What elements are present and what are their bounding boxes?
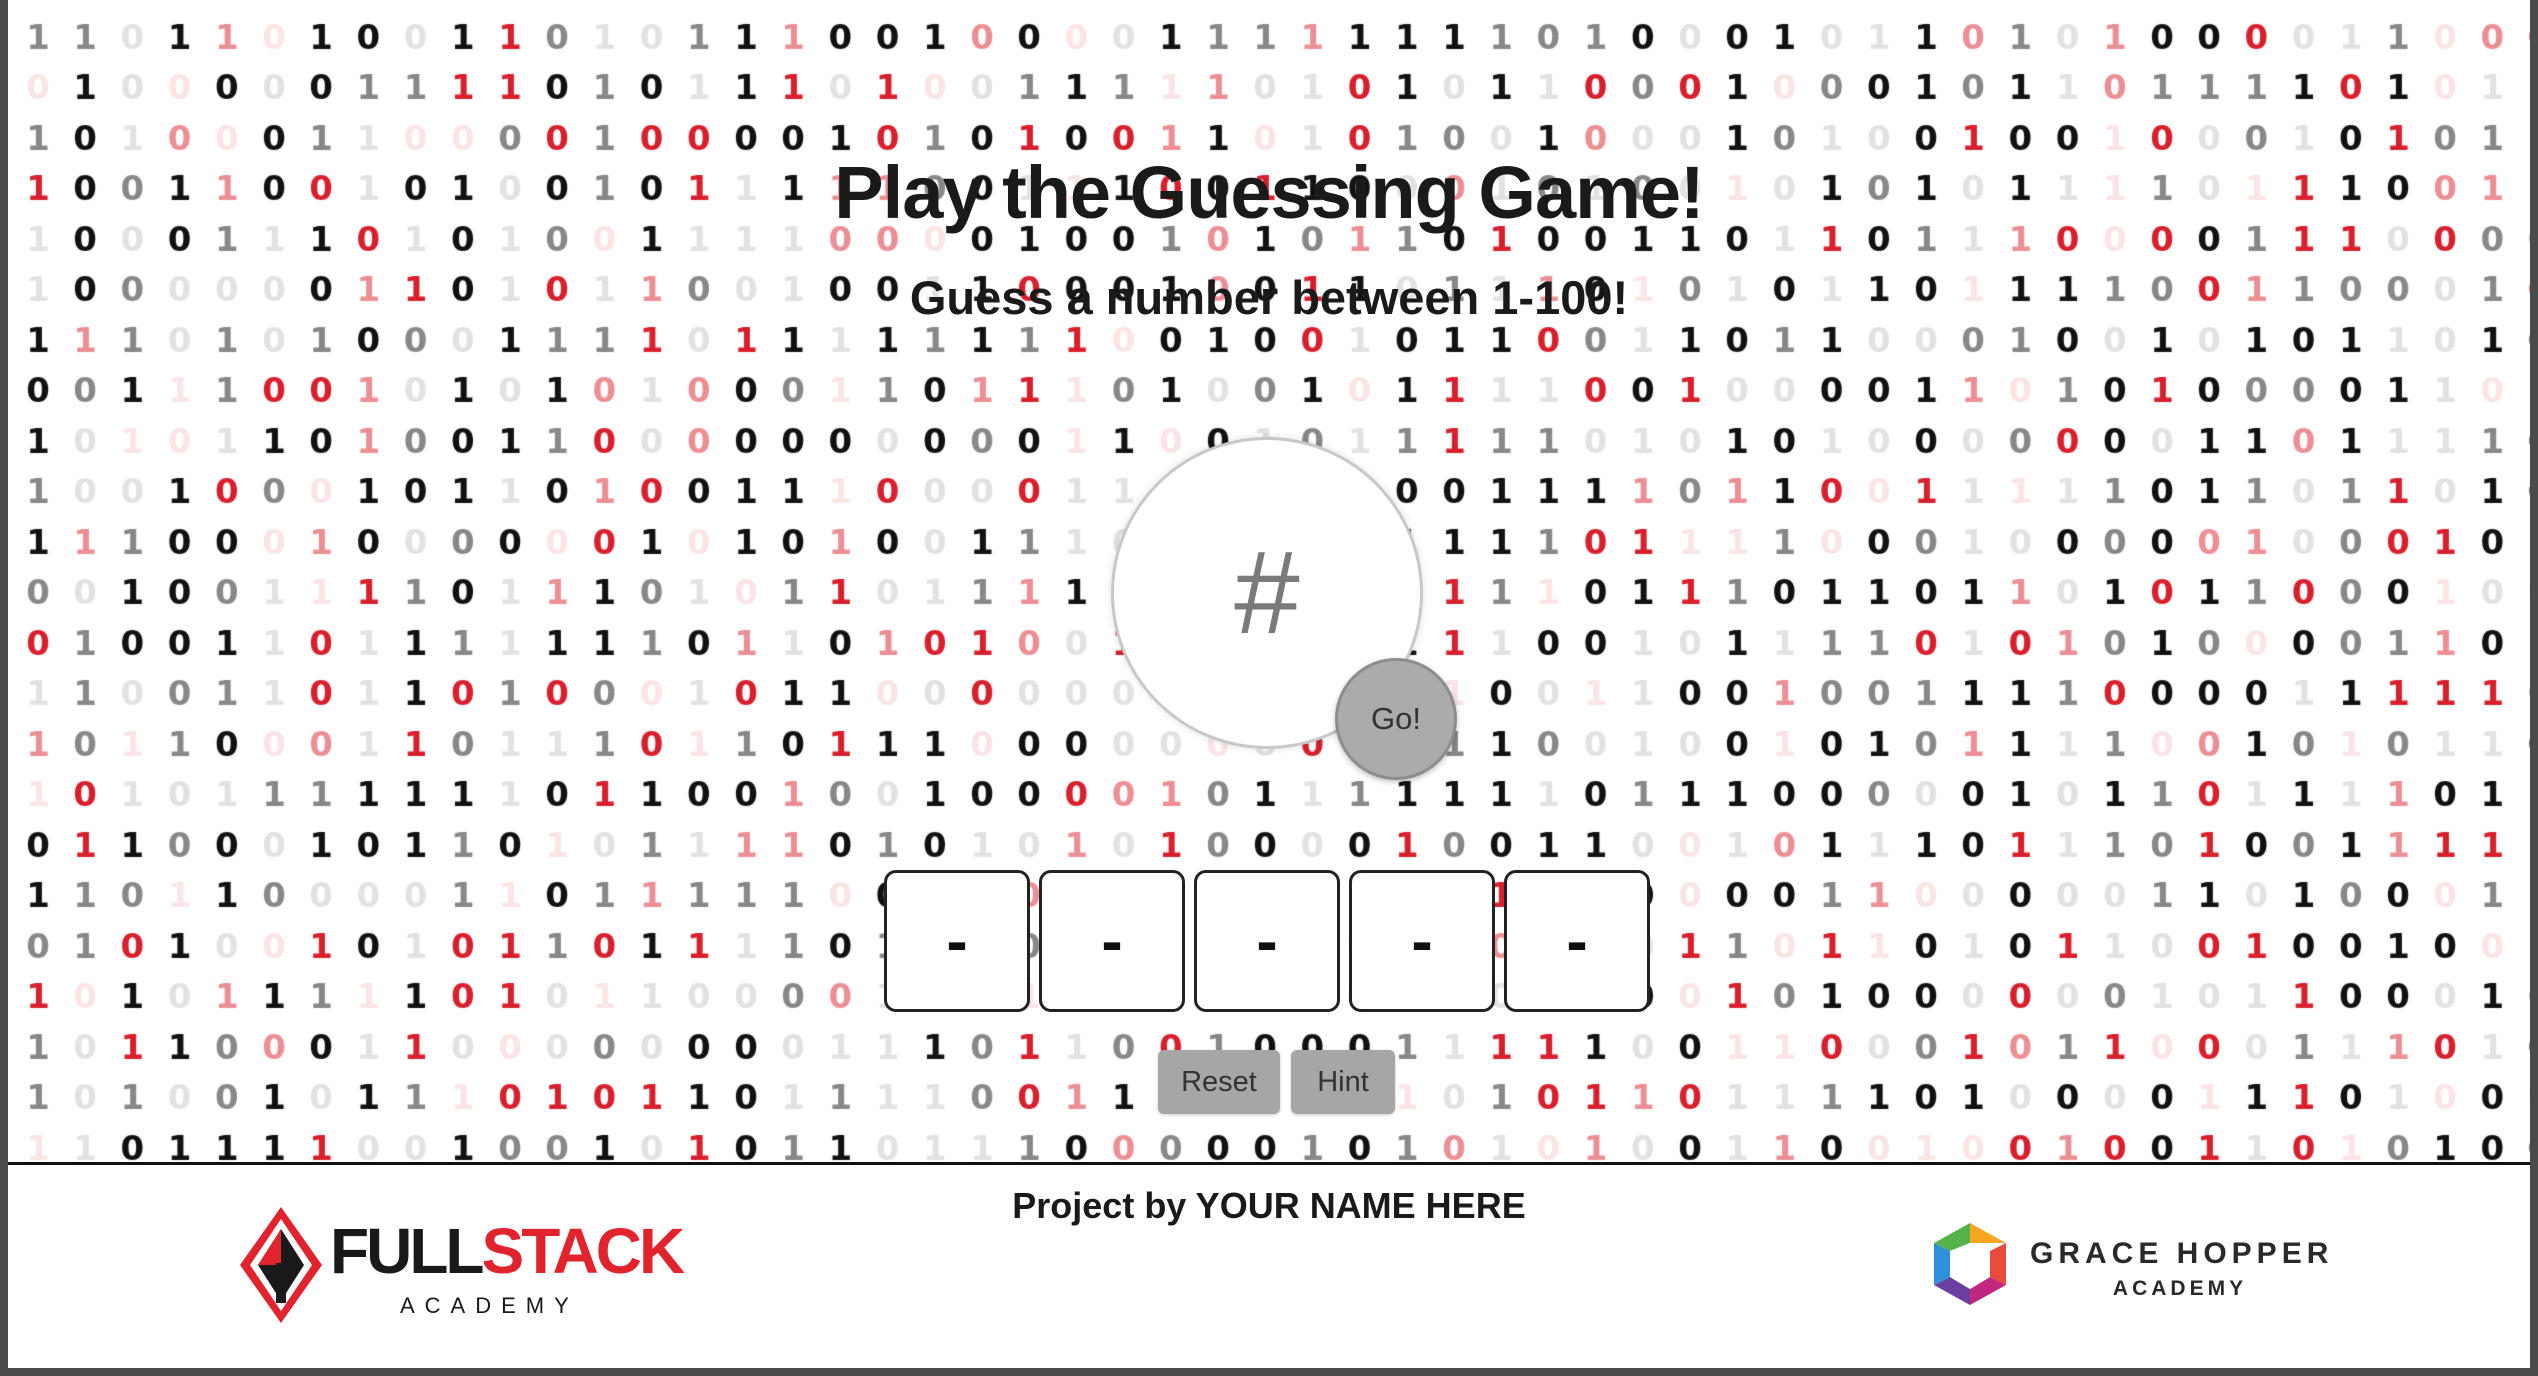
grace-hopper-title: GRACE HOPPER: [2030, 1237, 2334, 1270]
guess-slot-3: -: [1194, 870, 1340, 1012]
fullstack-diamond-icon: [240, 1207, 322, 1323]
previous-guesses: - - - - -: [884, 870, 1650, 1012]
grace-hopper-academy-logo[interactable]: GRACE HOPPER ACADEMY: [1928, 1215, 2348, 1315]
fullstack-wordmark: FULLSTACK: [330, 1219, 685, 1283]
game-page: Play the Guessing Game! Guess a number b…: [8, 0, 2530, 1368]
fullstack-subtitle: ACADEMY: [400, 1293, 579, 1318]
reset-button[interactable]: Reset: [1158, 1050, 1280, 1114]
game-subtitle: Guess a number between 1-100!: [909, 271, 1629, 324]
guess-slot-5: -: [1504, 870, 1650, 1012]
footer: Project by YOUR NAME HERE FULLSTACK ACAD…: [8, 1162, 2530, 1368]
guess-slot-4: -: [1349, 870, 1495, 1012]
game-title: Play the Guessing Game!: [834, 151, 1704, 234]
fullstack-academy-logo[interactable]: FULLSTACK ACADEMY: [238, 1205, 685, 1335]
grace-hopper-subtitle: ACADEMY: [2112, 1277, 2248, 1300]
guess-slot-2: -: [1039, 870, 1185, 1012]
fullstack-word-red: STACK: [481, 1215, 686, 1287]
guess-input[interactable]: [1155, 522, 1379, 664]
guess-slot-1: -: [884, 870, 1030, 1012]
hint-button[interactable]: Hint: [1291, 1050, 1395, 1114]
game-controls: Reset Hint: [1158, 1050, 1395, 1114]
go-button[interactable]: Go!: [1335, 658, 1457, 780]
fullstack-word-dark: FULL: [330, 1215, 484, 1287]
